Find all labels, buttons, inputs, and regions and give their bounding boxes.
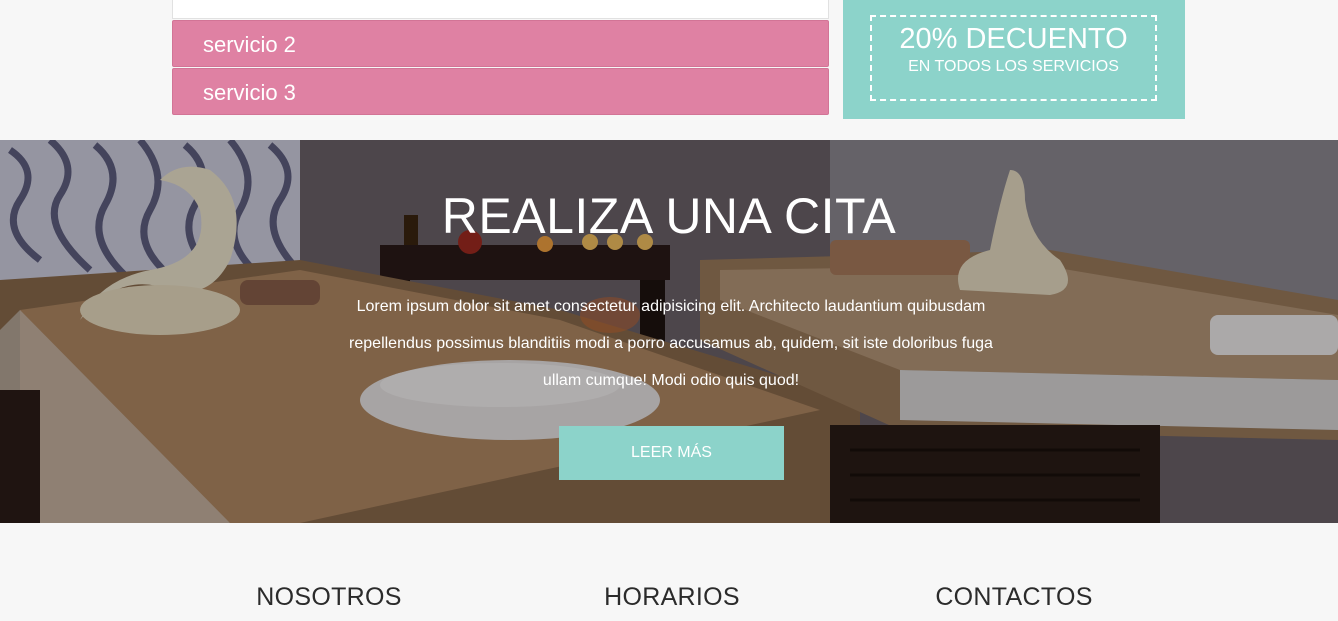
- discount-dashed-box: 20% DECUENTO EN TODOS LOS SERVICIOS: [870, 15, 1157, 101]
- service-item-3[interactable]: servicio 3: [172, 68, 829, 115]
- services-list-top-item[interactable]: [172, 0, 829, 19]
- discount-banner: 20% DECUENTO EN TODOS LOS SERVICIOS: [843, 0, 1185, 119]
- services-list: servicio 2 servicio 3: [172, 0, 829, 115]
- appointment-hero: REALIZA UNA CITA Lorem ipsum dolor sit a…: [0, 140, 1338, 523]
- footer-heading-horarios: HORARIOS: [604, 583, 740, 611]
- service-item-2[interactable]: servicio 2: [172, 20, 829, 67]
- discount-subline: EN TODOS LOS SERVICIOS: [908, 58, 1119, 75]
- hero-title: REALIZA UNA CITA: [441, 188, 897, 244]
- footer-heading-nosotros: NOSOTROS: [256, 583, 402, 611]
- read-more-button[interactable]: LEER MÁS: [559, 426, 784, 480]
- discount-headline: 20% DECUENTO: [899, 23, 1128, 55]
- footer-heading-contactos: CONTACTOS: [935, 583, 1093, 611]
- hero-description: Lorem ipsum dolor sit amet consectetur a…: [349, 298, 993, 389]
